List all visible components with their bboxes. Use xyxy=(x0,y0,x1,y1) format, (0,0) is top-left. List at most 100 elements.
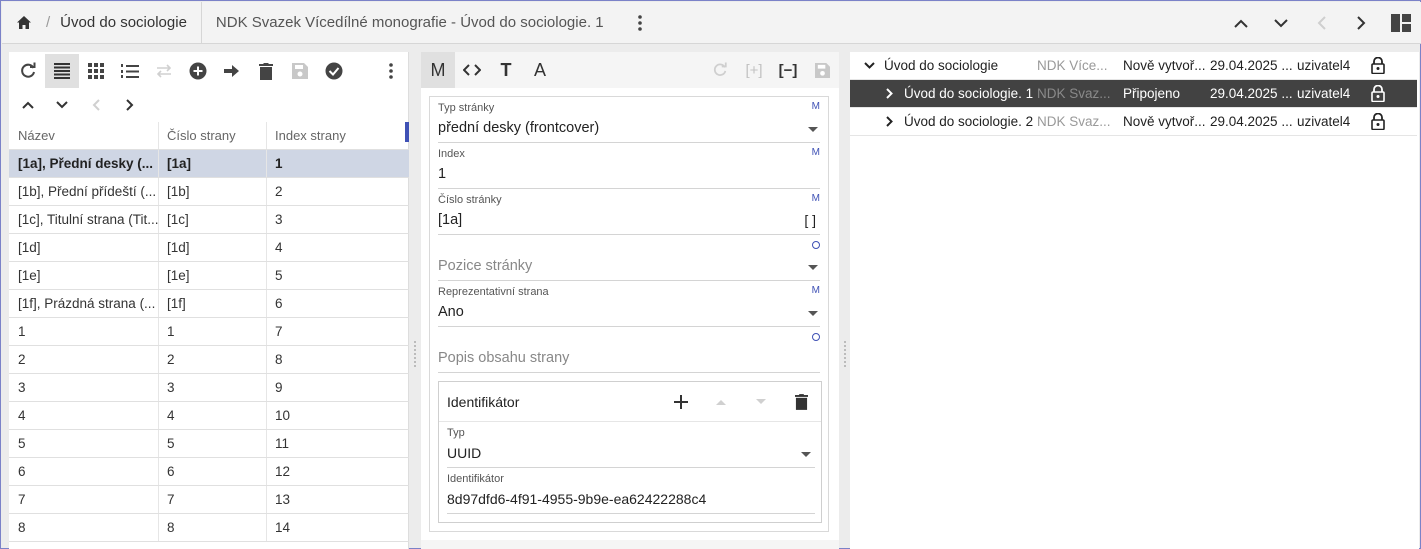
chevron-right-icon[interactable] xyxy=(1341,2,1381,44)
cell-page-index: 2 xyxy=(275,184,283,199)
table-row[interactable]: [1f], Prázdná strana (... [1f] 6 xyxy=(9,290,409,318)
identifier-type-field[interactable]: Typ UUID xyxy=(447,422,815,468)
save-icon[interactable] xyxy=(283,54,317,88)
move-up-icon[interactable] xyxy=(701,385,741,419)
breadcrumb[interactable]: Úvod do sociologie xyxy=(60,14,187,31)
cell-page-index: 8 xyxy=(275,352,283,367)
delete-icon[interactable] xyxy=(249,54,283,88)
column-header-page-index[interactable]: Index strany xyxy=(267,128,407,143)
table-row[interactable]: 8 8 14 xyxy=(9,514,409,542)
tree-row[interactable]: Úvod do sociologie. 2 NDK Svaz... Nově v… xyxy=(850,108,1417,136)
cell-name: [1d] xyxy=(9,234,159,261)
chevron-up-icon[interactable] xyxy=(11,88,45,122)
lock-open-icon[interactable] xyxy=(1367,85,1389,102)
dropdown-arrow-icon[interactable] xyxy=(808,311,818,316)
chevron-right-icon[interactable] xyxy=(882,116,896,127)
cell-page-number: [1e] xyxy=(159,262,267,289)
tab-atm[interactable]: A xyxy=(523,52,557,88)
tree-item-date: 29.04.2025 ... xyxy=(1210,58,1293,73)
chevron-right-icon[interactable] xyxy=(882,88,896,99)
table-row[interactable]: 5 5 11 xyxy=(9,430,409,458)
representative-page-field[interactable]: Reprezentativní strana M Ano xyxy=(438,281,820,327)
table-row[interactable]: 228 xyxy=(9,346,409,374)
table-row[interactable]: 7 7 13 xyxy=(9,486,409,514)
arrow-forward-icon[interactable] xyxy=(215,54,249,88)
field-value: Ano xyxy=(438,304,464,320)
cell-page-index: 9 xyxy=(275,380,283,395)
lock-open-icon[interactable] xyxy=(1367,57,1389,74)
list-view-icon[interactable] xyxy=(45,54,79,88)
pages-table: Název Číslo strany Index strany [1a], Př… xyxy=(9,122,409,542)
scrollbar[interactable] xyxy=(405,122,409,142)
tree-row[interactable]: Úvod do sociologie NDK Více... Nově vytv… xyxy=(850,52,1417,80)
layout-icon[interactable] xyxy=(1381,2,1421,44)
brackets-toggle[interactable]: [ ] xyxy=(804,212,816,228)
expand-all-button[interactable]: [+] xyxy=(737,53,771,87)
page-description-field[interactable]: Popis obsahu strany xyxy=(438,327,820,373)
tab-metadata[interactable]: M xyxy=(421,52,455,88)
page-position-field[interactable]: Pozice stránky xyxy=(438,235,820,281)
grid-view-icon[interactable] xyxy=(79,54,113,88)
cell-name: 3 xyxy=(9,374,159,401)
column-header-page-number[interactable]: Číslo strany xyxy=(159,122,267,149)
index-field[interactable]: Index M 1 xyxy=(438,143,820,189)
dropdown-arrow-icon[interactable] xyxy=(801,452,811,457)
expand-more-icon[interactable] xyxy=(862,62,876,69)
dropdown-arrow-icon[interactable] xyxy=(808,265,818,270)
cell-page-number: 6 xyxy=(159,458,267,485)
chevron-right-icon[interactable] xyxy=(113,88,147,122)
tree-row-selected[interactable]: Úvod do sociologie. 1 NDK Svaz... Připoj… xyxy=(850,80,1417,108)
chevron-down-icon[interactable] xyxy=(1261,2,1301,44)
table-row[interactable]: [1c], Titulní strana (Tit... [1c] 3 xyxy=(9,206,409,234)
cell-page-index: 5 xyxy=(275,268,283,283)
move-down-icon[interactable] xyxy=(741,385,781,419)
metadata-form: Typ stránky M přední desky (frontcover) … xyxy=(429,96,829,532)
cell-page-number: [1b] xyxy=(159,178,267,205)
relocate-icon[interactable] xyxy=(147,54,181,88)
splitter-handle[interactable] xyxy=(413,339,417,369)
numbered-list-icon[interactable] xyxy=(113,54,147,88)
lock-open-icon[interactable] xyxy=(1367,113,1389,130)
more-vert-icon[interactable] xyxy=(632,8,648,38)
table-row[interactable]: 4 4 10 xyxy=(9,402,409,430)
cell-page-index: 12 xyxy=(275,464,291,479)
cell-page-index: 4 xyxy=(275,240,283,255)
tree-item-user: uzivatel4 xyxy=(1297,86,1351,101)
save-icon[interactable] xyxy=(805,53,839,87)
cell-name: [1f], Prázdná strana (... xyxy=(9,290,159,317)
page-type-field[interactable]: Typ stránky M přední desky (frontcover) xyxy=(438,97,820,143)
collapse-all-button[interactable]: [−] xyxy=(771,53,805,87)
dropdown-arrow-icon[interactable] xyxy=(808,127,818,132)
tab-xml[interactable] xyxy=(455,52,489,88)
chevron-down-icon[interactable] xyxy=(45,88,79,122)
delete-icon[interactable] xyxy=(781,385,821,419)
more-vert-icon[interactable] xyxy=(374,54,408,88)
field-label: Číslo stránky xyxy=(438,194,502,206)
table-row[interactable]: [1d] [1d] 4 xyxy=(9,234,409,262)
cell-name: 7 xyxy=(9,486,159,513)
chevron-up-icon[interactable] xyxy=(1221,2,1261,44)
add-circle-icon[interactable] xyxy=(181,54,215,88)
chevron-left-icon[interactable] xyxy=(1301,2,1341,44)
field-value: přední desky (frontcover) xyxy=(438,120,600,136)
table-row[interactable]: [1e] [1e] 5 xyxy=(9,262,409,290)
splitter-handle[interactable] xyxy=(843,339,847,369)
table-row[interactable]: 6 6 12 xyxy=(9,458,409,486)
top-bar: / Úvod do sociologie NDK Svazek Vícedíln… xyxy=(2,1,1421,44)
table-row[interactable]: [1a], Přední desky (... [1a] 1 xyxy=(9,150,409,178)
table-row[interactable]: [1b], Přední přídeští (... [1b] 2 xyxy=(9,178,409,206)
table-row[interactable]: 339 xyxy=(9,374,409,402)
check-circle-icon[interactable] xyxy=(317,54,351,88)
refresh-icon[interactable] xyxy=(11,54,45,88)
table-row[interactable]: 117 xyxy=(9,318,409,346)
chevron-left-icon[interactable] xyxy=(79,88,113,122)
column-header-name[interactable]: Název xyxy=(9,122,159,149)
page-number-field[interactable]: Číslo stránky M [1a] [ ] xyxy=(438,189,820,235)
home-icon[interactable] xyxy=(2,2,46,44)
identifier-title: Identifikátor xyxy=(447,393,520,410)
tab-text[interactable]: T xyxy=(489,52,523,88)
add-icon[interactable] xyxy=(661,385,701,419)
identifier-value-field[interactable]: Identifikátor 8d97dfd6-4f91-4955-9b9e-ea… xyxy=(447,468,815,514)
refresh-icon[interactable] xyxy=(703,53,737,87)
tree-item-state: Nově vytvoř... xyxy=(1123,114,1206,129)
